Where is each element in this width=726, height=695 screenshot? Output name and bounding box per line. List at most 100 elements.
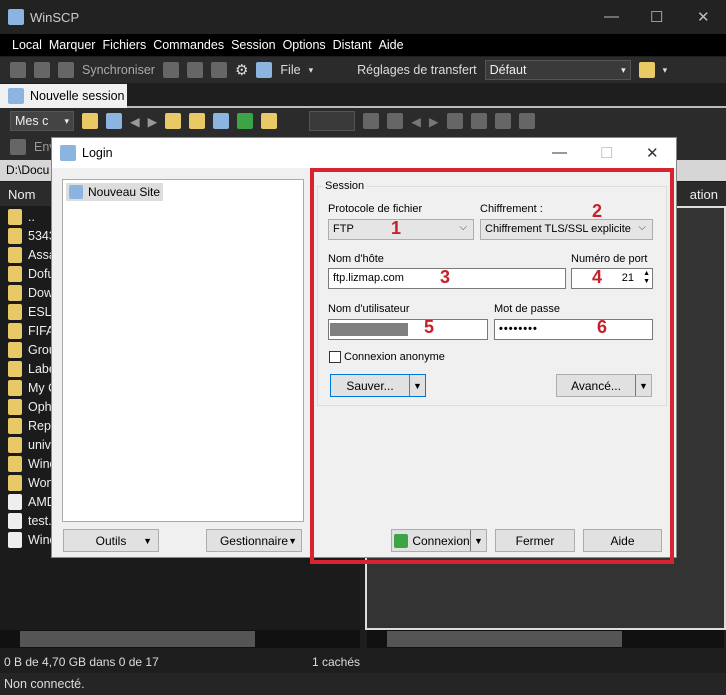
file-item[interactable]: Wind <box>8 532 56 548</box>
selection-status: 0 B de 4,70 GB dans 0 de 17 <box>4 655 159 669</box>
file-icon <box>8 532 22 548</box>
tab-new-session[interactable]: Nouvelle session <box>0 84 127 108</box>
connect-button[interactable]: Connexion ▼ <box>391 529 487 552</box>
remote-refresh-icon[interactable] <box>518 113 535 129</box>
main-toolbar: Synchroniser ⚙ File ▾ Réglages de transfe… <box>0 57 726 83</box>
back-icon[interactable]: ◀ <box>130 114 140 129</box>
folder-icon <box>8 247 22 263</box>
hidden-count: 1 cachés <box>312 655 361 669</box>
folder-icon <box>8 285 22 301</box>
close-button[interactable]: ✕ <box>697 8 710 26</box>
root-dir-icon[interactable] <box>189 113 206 129</box>
new-site-icon <box>69 185 83 199</box>
site-item-new[interactable]: Nouveau Site <box>66 183 164 201</box>
login-icon <box>60 145 76 161</box>
file-item[interactable]: Dofu <box>8 266 54 282</box>
remote-open-icon[interactable] <box>363 113 380 129</box>
file-name: Won <box>28 476 54 490</box>
user-input[interactable] <box>328 319 488 340</box>
help-button[interactable]: Aide <box>583 529 662 552</box>
winscp-logo-icon <box>8 9 24 25</box>
session-group-label: Session <box>323 180 367 192</box>
menu-options[interactable]: Options <box>283 38 326 52</box>
encryption-select[interactable]: Chiffrement TLS/SSL explicite ⌵ <box>480 219 653 240</box>
remote-hscrollbar[interactable] <box>367 630 724 648</box>
port-label: Numéro de port <box>571 253 648 265</box>
transfer-settings-label: Réglages de transfert <box>357 63 477 77</box>
local-drive-select[interactable]: Mes c ▾ <box>10 111 74 131</box>
preferences-icon[interactable] <box>210 62 227 78</box>
file-item[interactable]: Labe <box>8 361 56 377</box>
manager-button[interactable]: Gestionnaire ▼ <box>206 529 302 552</box>
synchronize-button[interactable]: Synchroniser <box>82 63 155 77</box>
file-name: Dow <box>28 286 54 300</box>
refresh-icon[interactable] <box>237 113 254 129</box>
remote-parent-icon[interactable] <box>446 113 463 129</box>
connect-icon <box>394 533 409 548</box>
filter-icon[interactable] <box>106 113 122 129</box>
dialog-maximize-button[interactable]: ☐ <box>600 144 613 162</box>
transfer-settings-select[interactable]: Défaut ▾ <box>484 60 631 80</box>
port-spinner-icon[interactable]: ▲ ▼ <box>643 270 650 286</box>
folder-icon <box>8 266 22 282</box>
compare-icon[interactable] <box>10 62 26 78</box>
open-folder-icon[interactable] <box>82 113 98 129</box>
gear-icon[interactable]: ⚙ <box>235 61 248 79</box>
save-button[interactable]: Sauver... ▼ <box>330 374 426 397</box>
remote-drive-select[interactable] <box>309 111 356 131</box>
menu-marquer[interactable]: Marquer <box>49 38 96 52</box>
menu-distant[interactable]: Distant <box>333 38 372 52</box>
file-item[interactable]: Won <box>8 475 53 491</box>
remote-forward-icon[interactable]: ▶ <box>429 114 439 129</box>
file-item[interactable]: FIFA <box>8 323 54 339</box>
tools-button[interactable]: Outils ▼ <box>63 529 159 552</box>
anonymous-label: Connexion anonyme <box>344 351 445 363</box>
remote-back-icon[interactable]: ◀ <box>411 114 421 129</box>
new-session-icon <box>8 88 24 104</box>
password-label: Mot de passe <box>494 303 561 315</box>
anonymous-checkbox[interactable] <box>329 351 341 363</box>
send-icon[interactable] <box>10 139 26 155</box>
dialog-close-button[interactable]: ✕ <box>646 144 659 162</box>
folder-icon <box>8 304 22 320</box>
file-item[interactable]: test.r <box>8 513 56 529</box>
tree-icon[interactable] <box>261 113 278 129</box>
remote-root-icon[interactable] <box>470 113 487 129</box>
protocol-label: Protocole de fichier <box>328 203 423 215</box>
remote-home-icon[interactable] <box>494 113 511 129</box>
annotation-6: 6 <box>597 317 608 337</box>
file-item[interactable]: AMD <box>8 494 56 510</box>
file-item[interactable]: .. <box>8 209 35 225</box>
menu-commandes[interactable]: Commandes <box>153 38 224 52</box>
local-hscrollbar[interactable] <box>0 630 360 648</box>
transfer-icon[interactable] <box>638 62 655 78</box>
maximize-button[interactable]: ☐ <box>650 8 663 26</box>
file-menu-button[interactable]: File <box>280 63 300 77</box>
close-dialog-button[interactable]: Fermer <box>495 529 575 552</box>
advanced-button[interactable]: Avancé... ▼ <box>556 374 652 397</box>
dialog-minimize-button[interactable]: — <box>552 144 567 161</box>
remote-filter-icon[interactable] <box>387 113 404 129</box>
minimize-button[interactable]: — <box>604 8 619 25</box>
forward-icon[interactable]: ▶ <box>148 114 158 129</box>
file-item[interactable]: Dow <box>8 285 53 301</box>
menu-aide[interactable]: Aide <box>379 38 404 52</box>
home-icon[interactable] <box>213 113 230 129</box>
file-item[interactable]: Grou <box>8 342 56 358</box>
parent-dir-icon[interactable] <box>165 113 182 129</box>
file-item[interactable]: Wind <box>8 456 56 472</box>
folder-icon <box>8 456 22 472</box>
password-input[interactable]: •••••••• <box>494 319 653 340</box>
file-item[interactable]: 5343 <box>8 228 56 244</box>
terminal-icon[interactable] <box>162 62 179 78</box>
sync-browse-icon[interactable] <box>34 62 50 78</box>
menu-session[interactable]: Session <box>231 38 275 52</box>
port-input[interactable]: 21 ▲ ▼ <box>571 268 653 289</box>
panel-toolbar: Mes c ▾ ◀ ▶ ◀ ▶ <box>0 108 726 134</box>
menu-fichiers[interactable]: Fichiers <box>102 38 146 52</box>
site-tree[interactable]: Nouveau Site <box>62 179 304 522</box>
queue-icon[interactable] <box>186 62 203 78</box>
file-icon <box>8 513 22 529</box>
menu-local[interactable]: Local <box>12 38 42 52</box>
folder-icon <box>8 323 22 339</box>
